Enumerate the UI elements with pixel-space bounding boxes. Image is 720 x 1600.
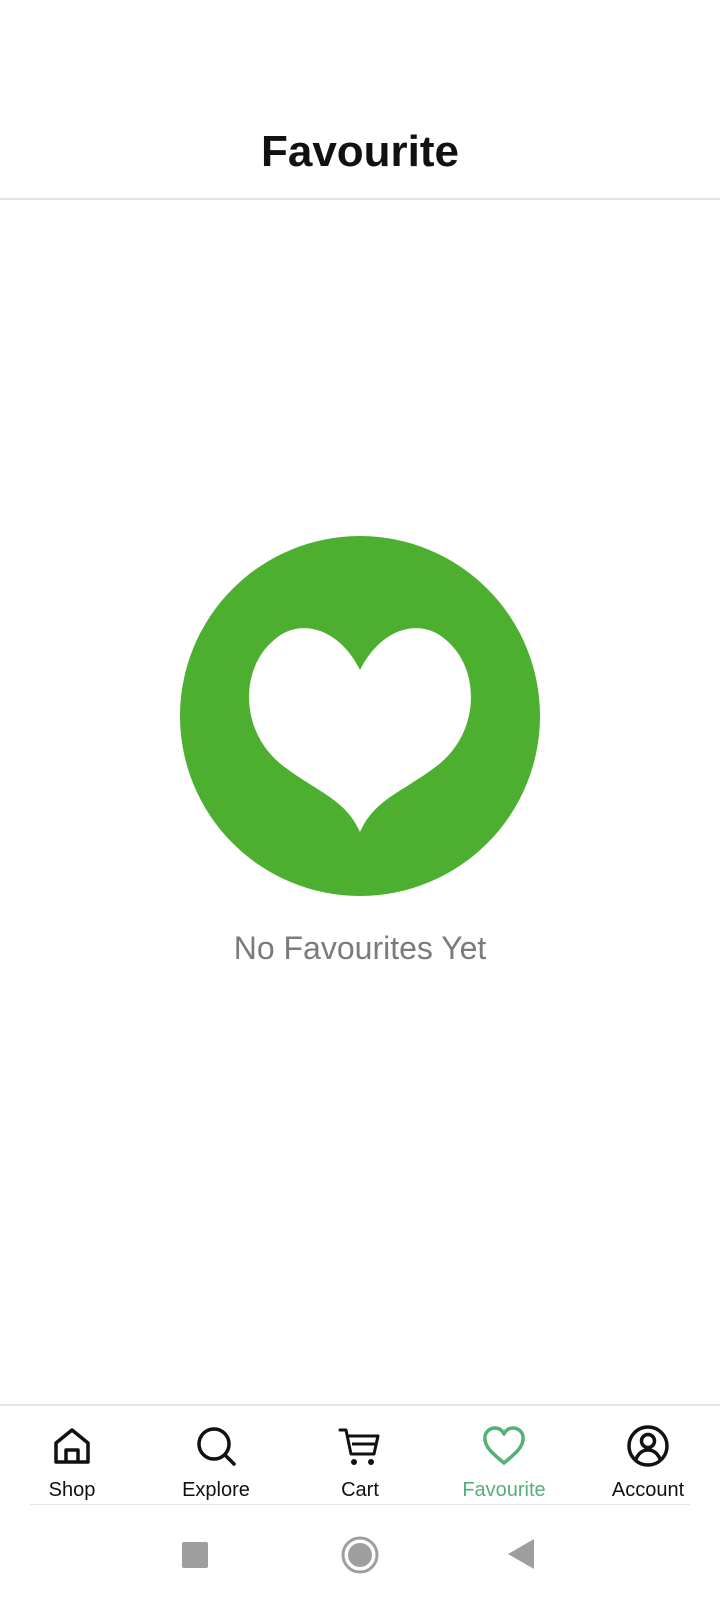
app-header: Favourite	[0, 0, 720, 200]
cart-icon	[338, 1428, 380, 1465]
back-button[interactable]	[506, 1537, 536, 1571]
nav-label-account: Account	[611, 1479, 685, 1501]
home-button[interactable]	[340, 1535, 380, 1575]
nav-item-account[interactable]: Account	[576, 1406, 720, 1506]
nav-item-cart[interactable]: Cart	[288, 1406, 432, 1506]
nav-label-explore: Explore	[182, 1479, 250, 1501]
nav-item-explore[interactable]: Explore	[144, 1406, 288, 1506]
page-title: Favourite	[260, 127, 460, 176]
nav-item-favourite[interactable]: Favourite	[432, 1406, 576, 1506]
home-icon	[54, 1428, 90, 1464]
nav-item-shop[interactable]: Shop	[0, 1406, 144, 1506]
empty-state-message: No Favourites Yet	[233, 930, 487, 966]
search-icon	[197, 1427, 236, 1466]
nav-label-shop: Shop	[48, 1479, 96, 1501]
nav-label-cart: Cart	[341, 1479, 379, 1501]
nav-label-favourite: Favourite	[462, 1479, 546, 1501]
recents-button[interactable]	[182, 1542, 208, 1568]
heart-outline-icon	[483, 1426, 525, 1465]
system-nav-bar	[0, 1505, 720, 1600]
heart-icon	[180, 536, 540, 896]
account-icon	[627, 1425, 669, 1467]
bottom-nav: Shop Explore Cart Favourite Account	[0, 1404, 720, 1504]
